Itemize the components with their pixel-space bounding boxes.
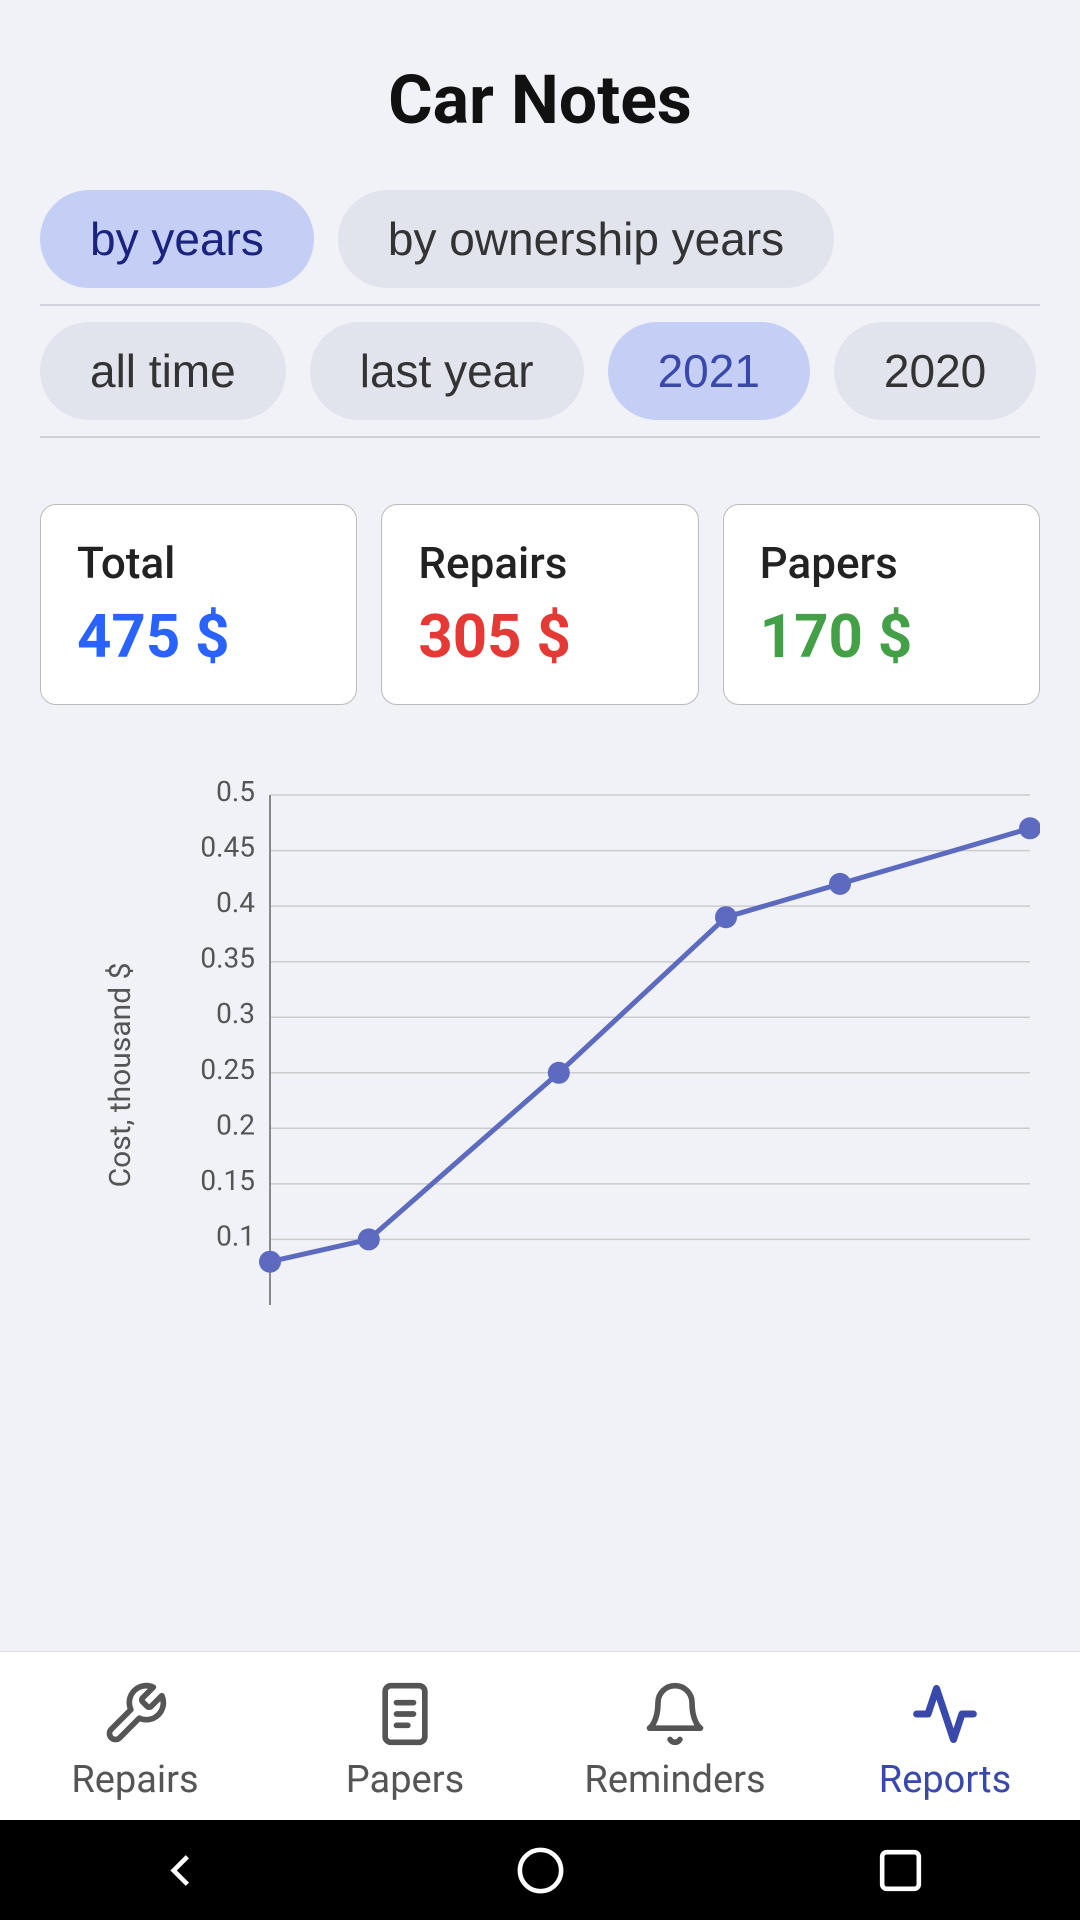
divider-1	[40, 304, 1040, 306]
back-button[interactable]	[153, 1843, 208, 1898]
wrench-icon	[101, 1680, 169, 1748]
bell-icon	[641, 1680, 709, 1748]
filter-by-ownership-years[interactable]: by ownership years	[338, 190, 834, 288]
papers-card: Papers 170 $	[723, 504, 1040, 705]
svg-text:0.1: 0.1	[216, 1219, 255, 1252]
summary-cards: Total 475 $ Repairs 305 $ Papers 170 $	[0, 474, 1080, 735]
svg-text:0.15: 0.15	[200, 1164, 255, 1197]
filter-section: by years by ownership years all time las…	[0, 170, 1080, 474]
filter-last-year[interactable]: last year	[310, 322, 584, 420]
svg-text:0.35: 0.35	[200, 942, 255, 975]
filter-all-time[interactable]: all time	[40, 322, 286, 420]
app-title: Car Notes	[388, 60, 692, 140]
header: Car Notes	[0, 0, 1080, 170]
filter-group-1: by years by ownership years	[40, 190, 1040, 288]
total-card: Total 475 $	[40, 504, 357, 705]
data-point-5	[829, 873, 851, 895]
svg-text:0.2: 0.2	[216, 1108, 255, 1141]
bottom-nav: Repairs Papers Reminders Reports	[0, 1651, 1080, 1820]
nav-label-repairs: Repairs	[71, 1758, 198, 1802]
papers-icon	[371, 1680, 439, 1748]
nav-label-papers: Papers	[346, 1758, 464, 1802]
svg-text:0.3: 0.3	[216, 997, 255, 1030]
data-point-4	[715, 906, 737, 928]
chart-svg: 0.5 0.45 0.4 0.35 0.3 0.25 0.2	[140, 755, 1040, 1375]
repairs-card: Repairs 305 $	[381, 504, 698, 705]
filter-2021[interactable]: 2021	[608, 322, 810, 420]
svg-text:0.45: 0.45	[200, 831, 255, 864]
chart-line	[270, 828, 1030, 1261]
filter-by-years[interactable]: by years	[40, 190, 314, 288]
data-point-2	[358, 1228, 380, 1250]
nav-item-repairs[interactable]: Repairs	[0, 1652, 270, 1820]
repairs-label: Repairs	[418, 537, 661, 589]
divider-2	[40, 436, 1040, 438]
data-point-1	[259, 1251, 281, 1273]
papers-value: 170 $	[760, 601, 1003, 672]
chart-inner: 0.5 0.45 0.4 0.35 0.3 0.25 0.2	[140, 755, 1040, 1375]
nav-item-reminders[interactable]: Reminders	[540, 1652, 810, 1820]
filter-2020[interactable]: 2020	[834, 322, 1036, 420]
chart-container: Cost, thousand $ 0.5 0.45 0.4 0.35	[0, 735, 1080, 1415]
android-nav-bar	[0, 1820, 1080, 1920]
svg-text:0.25: 0.25	[200, 1053, 255, 1086]
grid-lines: 0.5 0.45 0.4 0.35 0.3 0.25 0.2	[200, 775, 1030, 1252]
home-button[interactable]	[513, 1843, 568, 1898]
chart-y-label: Cost, thousand $	[103, 963, 138, 1188]
total-value: 475 $	[77, 601, 320, 672]
filter-group-2: all time last year 2021 2020	[40, 322, 1040, 420]
total-label: Total	[77, 537, 320, 589]
data-point-6	[1019, 817, 1040, 839]
papers-label: Papers	[760, 537, 1003, 589]
nav-item-papers[interactable]: Papers	[270, 1652, 540, 1820]
repairs-value: 305 $	[418, 601, 661, 672]
nav-label-reminders: Reminders	[584, 1758, 765, 1802]
svg-text:0.4: 0.4	[216, 886, 255, 919]
data-point-3	[548, 1062, 570, 1084]
nav-label-reports: Reports	[879, 1758, 1011, 1802]
svg-text:0.5: 0.5	[216, 775, 255, 808]
nav-item-reports[interactable]: Reports	[810, 1652, 1080, 1820]
chart-icon	[911, 1680, 979, 1748]
recents-button[interactable]	[873, 1843, 928, 1898]
